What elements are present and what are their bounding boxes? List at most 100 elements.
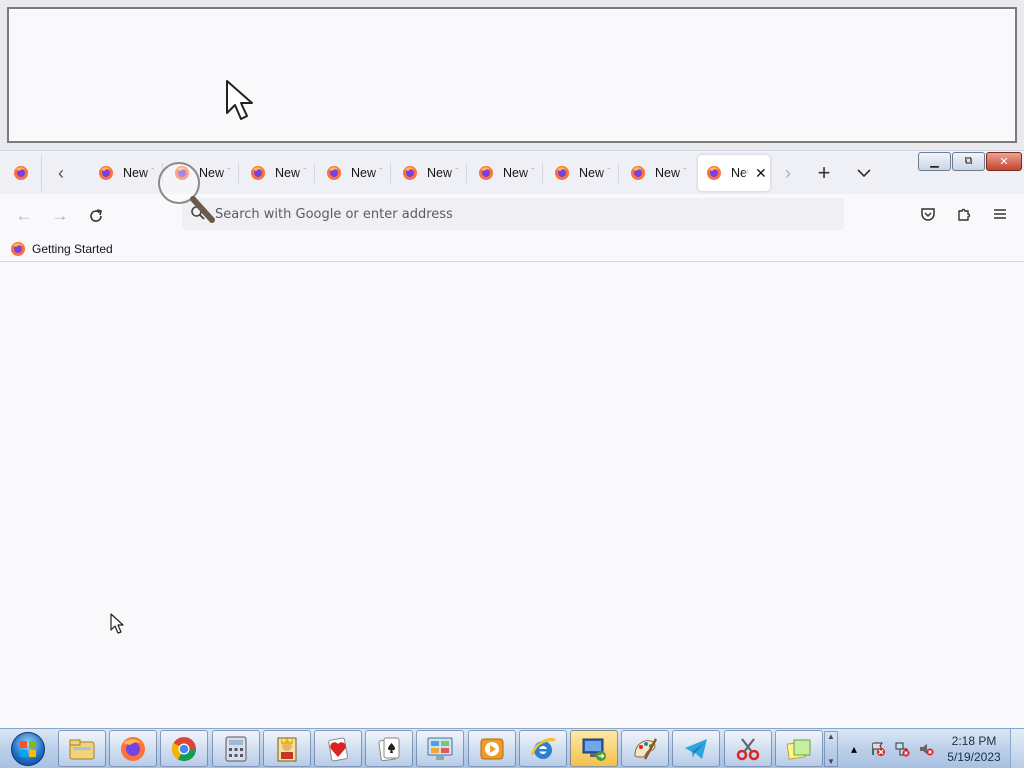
tab-label: New Tab — [351, 166, 383, 180]
magnifier-lens-icon — [158, 162, 215, 223]
telegram-icon — [682, 735, 710, 763]
tab-label: New Tab — [275, 166, 307, 180]
taskbar-sticky-notes-button[interactable] — [775, 730, 823, 767]
firefox-window: ‹ New TabNew TabNew TabNew TabNew TabNew… — [0, 150, 1024, 728]
firefox-icon — [555, 166, 569, 180]
windows-explorer-icon — [68, 737, 96, 761]
taskbar-firefox-button[interactable] — [109, 730, 157, 767]
chevron-left-icon: ‹ — [58, 162, 64, 183]
tabs-scroll-right-button[interactable]: › — [774, 157, 802, 189]
firefox-icon — [479, 166, 493, 180]
tab[interactable]: New Tab — [394, 155, 462, 191]
freecell-icon — [273, 735, 301, 763]
system-clock[interactable]: 2:18 PM 5/19/2023 — [944, 733, 1004, 765]
tab[interactable]: New Tab — [622, 155, 690, 191]
taskbar-media-player-button[interactable] — [468, 730, 516, 767]
tab-label: New Tab — [123, 166, 155, 180]
volume-muted-icon[interactable] — [914, 737, 938, 761]
taskbar-hearts-button[interactable] — [314, 730, 362, 767]
show-hidden-icons-button[interactable]: ▴ — [842, 737, 866, 761]
tab[interactable]: New Tab — [470, 155, 538, 191]
arrow-up-icon: ▲ — [827, 732, 835, 741]
action-center-icon[interactable] — [866, 737, 890, 761]
plus-icon: + — [817, 160, 831, 185]
bookmark-getting-started[interactable]: Getting Started — [10, 239, 113, 259]
clock-date: 5/19/2023 — [947, 750, 1001, 764]
forward-button[interactable]: → — [46, 202, 74, 230]
sticky-notes-icon — [785, 736, 813, 762]
hearts-icon — [324, 735, 352, 763]
reload-button[interactable] — [82, 202, 110, 230]
system-tray: ▴ — [842, 729, 938, 768]
reload-icon — [90, 209, 102, 222]
windows-taskbar: ▲ ▼ ▴ 2:18 PM 5/19/2023 — [0, 728, 1024, 768]
remote-desktop-icon — [580, 735, 608, 763]
puzzle-icon — [958, 208, 971, 221]
chevron-right-icon: › — [785, 162, 791, 183]
taskbar-solitaire-button[interactable] — [365, 730, 413, 767]
arrow-right-icon: → — [51, 206, 69, 225]
tab-label: New Tab — [427, 166, 459, 180]
pocket-icon — [921, 208, 935, 221]
tab[interactable]: New Tab — [242, 155, 310, 191]
firefox-icon — [99, 166, 113, 180]
page-content[interactable] — [0, 263, 1024, 728]
firefox-icon — [11, 242, 25, 256]
tab[interactable]: New Tab — [546, 155, 614, 191]
mouse-cursor-icon — [110, 613, 124, 634]
tab-separator — [618, 163, 619, 183]
magnifier-lens-area — [7, 7, 1017, 143]
magnifier-view — [0, 0, 1024, 150]
control-panel-icon — [426, 736, 454, 762]
tab-separator — [542, 163, 543, 183]
taskbar-internet-explorer-button[interactable] — [519, 730, 567, 767]
start-button[interactable] — [4, 730, 52, 768]
taskbar-telegram-button[interactable] — [672, 730, 720, 767]
tab-label: New Tab — [503, 166, 535, 180]
tab-label: New Tab — [579, 166, 611, 180]
bookmarks-toolbar: Getting Started — [0, 236, 1024, 262]
minimize-button[interactable]: ▁ — [918, 152, 951, 171]
back-button[interactable]: ← — [10, 202, 38, 230]
restore-button[interactable]: ⧉ — [952, 152, 985, 171]
taskbar-freecell-button[interactable] — [263, 730, 311, 767]
show-desktop-button[interactable] — [1010, 729, 1024, 768]
app-menu-button[interactable] — [988, 202, 1012, 226]
tab-bar: ‹ New TabNew TabNew TabNew TabNew TabNew… — [0, 150, 1024, 194]
list-all-tabs-button[interactable] — [848, 157, 880, 189]
network-icon[interactable] — [890, 737, 914, 761]
extensions-button[interactable] — [952, 202, 976, 226]
taskbar-scroll[interactable]: ▲ ▼ — [824, 731, 838, 767]
taskbar-control-panel-button[interactable] — [416, 730, 464, 767]
tab-separator — [238, 163, 239, 183]
firefox-view-button[interactable] — [0, 155, 42, 191]
taskbar-windows-explorer-button[interactable] — [58, 730, 106, 767]
hamburger-icon — [994, 209, 1006, 219]
new-tab-button[interactable]: + — [808, 157, 840, 189]
close-tab-icon[interactable]: ✕ — [755, 165, 767, 182]
tab-separator — [390, 163, 391, 183]
restore-icon: ⧉ — [964, 155, 973, 167]
pocket-button[interactable] — [916, 202, 940, 226]
close-icon: ✕ — [999, 156, 1009, 168]
taskbar-chrome-button[interactable] — [160, 730, 208, 767]
window-controls: ▁ ⧉ ✕ — [917, 152, 1022, 171]
close-window-button[interactable]: ✕ — [986, 152, 1022, 171]
tab[interactable]: New Tab — [318, 155, 386, 191]
tabs-scroll-left-button[interactable]: ‹ — [46, 157, 76, 189]
bookmark-label: Getting Started — [32, 242, 113, 256]
tab-separator — [466, 163, 467, 183]
tab-label: New Tab — [731, 166, 749, 180]
taskbar-snipping-tool-button[interactable] — [724, 730, 772, 767]
media-player-icon — [478, 735, 506, 763]
taskbar-paint-button[interactable] — [621, 730, 669, 767]
url-bar[interactable] — [182, 198, 844, 230]
url-input[interactable] — [215, 198, 815, 230]
windows-logo-icon — [11, 732, 45, 766]
tab[interactable]: New Tab — [90, 155, 158, 191]
magnified-cursor-icon — [226, 80, 253, 120]
taskbar-calculator-button[interactable] — [212, 730, 260, 767]
taskbar-remote-desktop-button[interactable] — [570, 730, 618, 767]
triangle-up-icon: ▴ — [850, 742, 858, 756]
tab-active[interactable]: New Tab ✕ — [698, 155, 770, 191]
